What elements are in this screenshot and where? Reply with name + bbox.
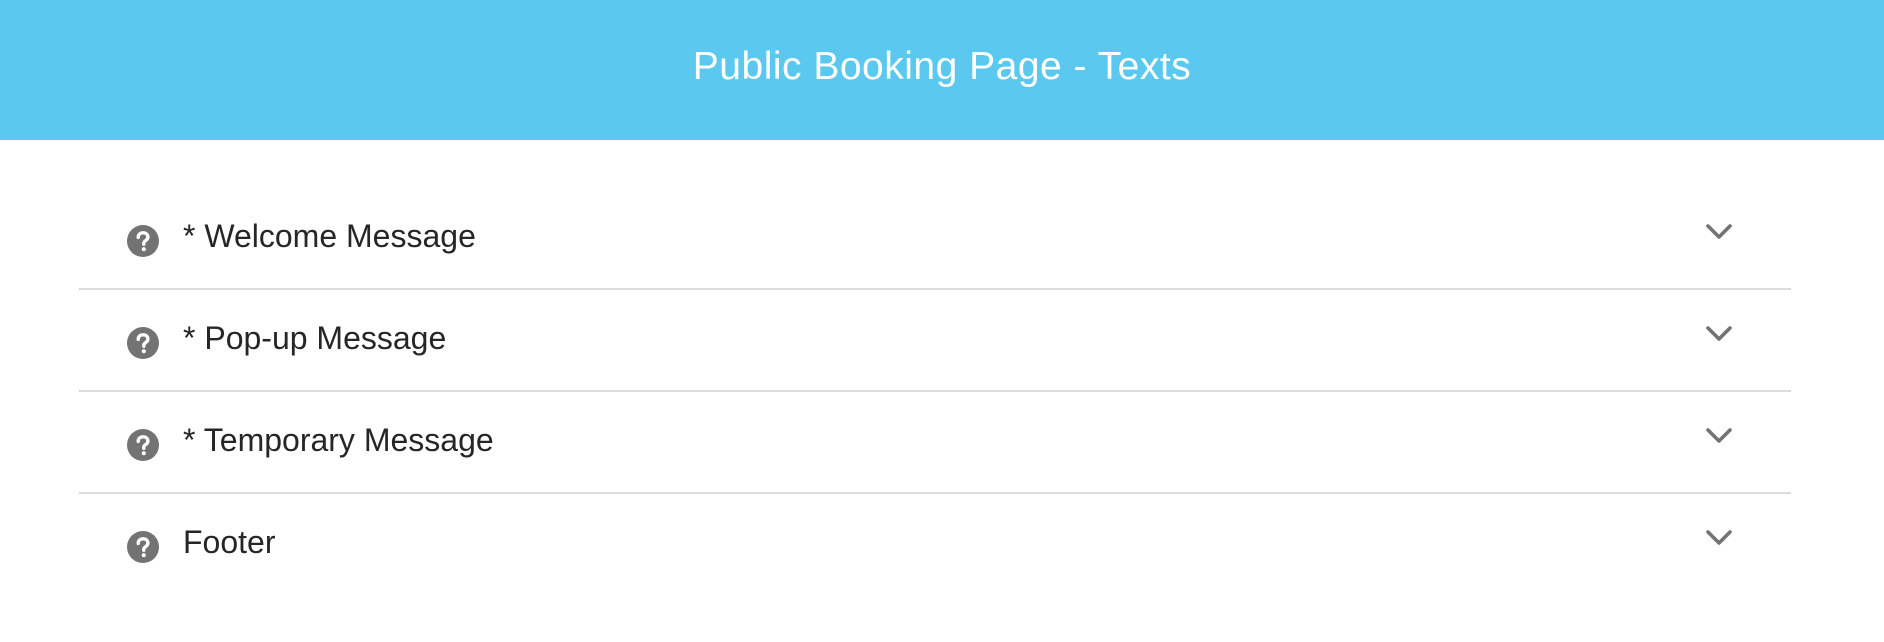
help-circle-icon[interactable]	[127, 531, 159, 563]
accordion-item-label: Footer	[183, 524, 276, 560]
chevron-down-icon[interactable]	[1705, 528, 1733, 548]
page-title: Public Booking Page - Texts	[692, 45, 1192, 88]
chevron-down-icon[interactable]	[1705, 324, 1733, 344]
accordion-item-label: * Temporary Message	[183, 422, 494, 458]
accordion-item-footer[interactable]: Footer	[79, 494, 1791, 596]
help-circle-icon[interactable]	[127, 327, 159, 359]
chevron-down-icon[interactable]	[1705, 222, 1733, 242]
accordion-item-popup-message[interactable]: * Pop-up Message	[79, 290, 1791, 392]
accordion-item-label: * Welcome Message	[183, 218, 476, 254]
accordion-item-temporary-message[interactable]: * Temporary Message	[79, 392, 1791, 494]
help-circle-icon[interactable]	[127, 225, 159, 257]
page-header: Public Booking Page - Texts	[0, 0, 1884, 140]
accordion-item-label: * Pop-up Message	[183, 320, 447, 356]
help-circle-icon[interactable]	[127, 429, 159, 461]
texts-accordion: * Welcome Message * Pop-up Message * Tem…	[79, 188, 1791, 596]
chevron-down-icon[interactable]	[1705, 426, 1733, 446]
accordion-item-welcome-message[interactable]: * Welcome Message	[79, 188, 1791, 290]
